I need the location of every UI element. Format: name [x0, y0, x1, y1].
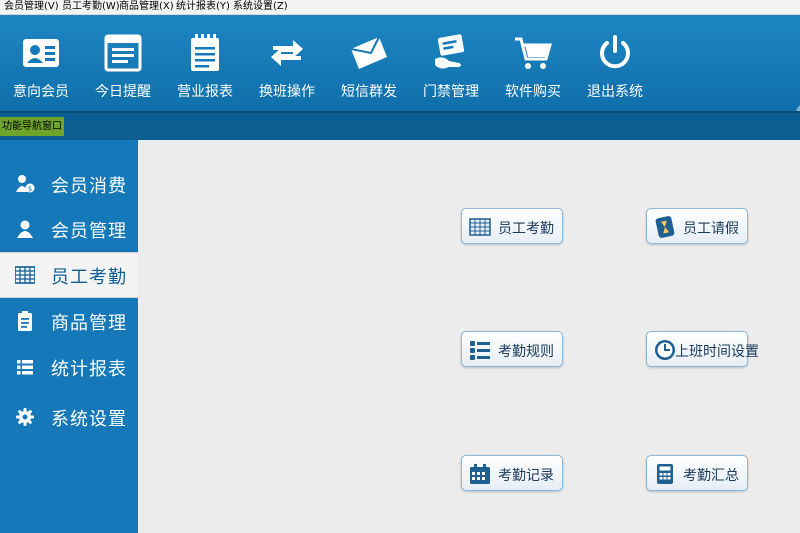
function-label: 考勤规则	[498, 344, 554, 360]
work-time-settings-button[interactable]: 上班时间设置	[646, 331, 759, 367]
function-label: 考勤记录	[498, 468, 554, 484]
sidebar: $ 会员消费 会员管理 员工考勤 商品管理 统计报表 系统设置	[0, 140, 138, 533]
attendance-records-button[interactable]: 考勤记录	[461, 455, 563, 491]
menu-bar: 会员管理(V) 员工考勤(W) 商品管理(X) 统计报表(Y) 系统设置(Z)	[0, 0, 800, 15]
rules-list-icon	[470, 341, 490, 360]
staff-leave-button[interactable]: 员工请假	[646, 208, 748, 244]
person-icon	[17, 220, 33, 238]
calendar-icon	[470, 464, 490, 484]
gear-icon	[16, 408, 34, 426]
hourglass-phone-icon	[655, 216, 675, 238]
toolbar-label: 退出系统	[587, 84, 643, 100]
reminder-browser-icon	[104, 34, 142, 72]
attendance-rules-button[interactable]: 考勤规则	[461, 331, 563, 367]
member-payment-icon: $	[16, 175, 35, 193]
toolbar-sms-broadcast-button[interactable]: 短信群发	[328, 15, 410, 111]
sidebar-item-label: 系统设置	[51, 409, 127, 430]
attendance-summary-button[interactable]: 考勤汇总	[646, 455, 748, 491]
menu-attendance[interactable]: 员工考勤(W)	[62, 0, 120, 14]
menu-member[interactable]: 会员管理(V)	[4, 0, 59, 14]
member-card-icon	[23, 39, 59, 67]
sidebar-item-label: 商品管理	[51, 313, 127, 334]
toolbar-shift-change-button[interactable]: 换班操作	[246, 15, 328, 111]
toolbar-label: 今日提醒	[95, 84, 151, 100]
list-icon	[17, 360, 33, 375]
toolbar-label: 营业报表	[177, 84, 233, 100]
sidebar-item-label: 会员管理	[51, 221, 127, 242]
menu-settings[interactable]: 系统设置(Z)	[233, 0, 288, 14]
toolbar-label: 意向会员	[13, 84, 69, 100]
swap-arrows-icon	[271, 40, 303, 66]
toolbar-label: 软件购买	[505, 84, 561, 100]
toolbar-today-reminder-button[interactable]: 今日提醒	[82, 15, 164, 111]
sidebar-item-goods-manage[interactable]: 商品管理	[0, 299, 138, 343]
toolbar-buy-software-button[interactable]: 软件购买	[492, 15, 574, 111]
power-icon	[600, 35, 630, 69]
attendance-grid-icon	[469, 218, 491, 236]
envelope-icon	[350, 36, 387, 69]
toolbar-label: 短信群发	[341, 84, 397, 100]
svg-text:$: $	[28, 185, 32, 193]
calculator-icon	[657, 464, 673, 484]
sidebar-item-system-settings[interactable]: 系统设置	[0, 395, 138, 439]
sidebar-item-label: 员工考勤	[51, 267, 127, 288]
toolbar-label: 换班操作	[259, 84, 315, 100]
clipboard-report-icon	[191, 34, 219, 71]
shopping-cart-icon	[515, 37, 552, 69]
clock-icon	[655, 340, 675, 360]
function-panel: 员工考勤 员工请假 考勤规则 上班时间设置 考勤记录 考勤汇总	[138, 140, 800, 533]
sidebar-item-staff-attendance[interactable]: 员工考勤	[0, 252, 138, 298]
main-toolbar: 意向会员 今日提醒 营业报表 换班操作 短信群发 门禁管理 软件购买 退出系统	[0, 15, 800, 115]
function-label: 员工请假	[683, 221, 739, 237]
clipboard-icon	[18, 311, 32, 331]
sidebar-item-label: 会员消费	[51, 176, 127, 197]
sidebar-item-member-consume[interactable]: $ 会员消费	[0, 162, 138, 206]
toolbar-business-report-button[interactable]: 营业报表	[164, 15, 246, 111]
sidebar-item-member-manage[interactable]: 会员管理	[0, 207, 138, 251]
function-nav-window-tab[interactable]: 功能导航窗口	[0, 117, 64, 136]
toolbar-label: 门禁管理	[423, 84, 479, 100]
grid-table-icon	[15, 266, 35, 284]
staff-attendance-button[interactable]: 员工考勤	[461, 208, 563, 244]
function-label: 上班时间设置	[675, 344, 759, 360]
function-label: 员工考勤	[498, 221, 554, 237]
toolbar-intent-member-button[interactable]: 意向会员	[0, 15, 82, 111]
sidebar-item-statistics-report[interactable]: 统计报表	[0, 345, 138, 389]
menu-goods[interactable]: 商品管理(X)	[119, 0, 174, 14]
sidebar-item-label: 统计报表	[51, 359, 127, 380]
menu-reports[interactable]: 统计报表(Y)	[176, 0, 230, 14]
toolbar-exit-button[interactable]: 退出系统	[574, 15, 656, 111]
access-card-icon	[435, 34, 465, 69]
nav-strip: 功能导航窗口	[0, 111, 800, 140]
function-label: 考勤汇总	[683, 468, 739, 484]
toolbar-access-control-button[interactable]: 门禁管理	[410, 15, 492, 111]
